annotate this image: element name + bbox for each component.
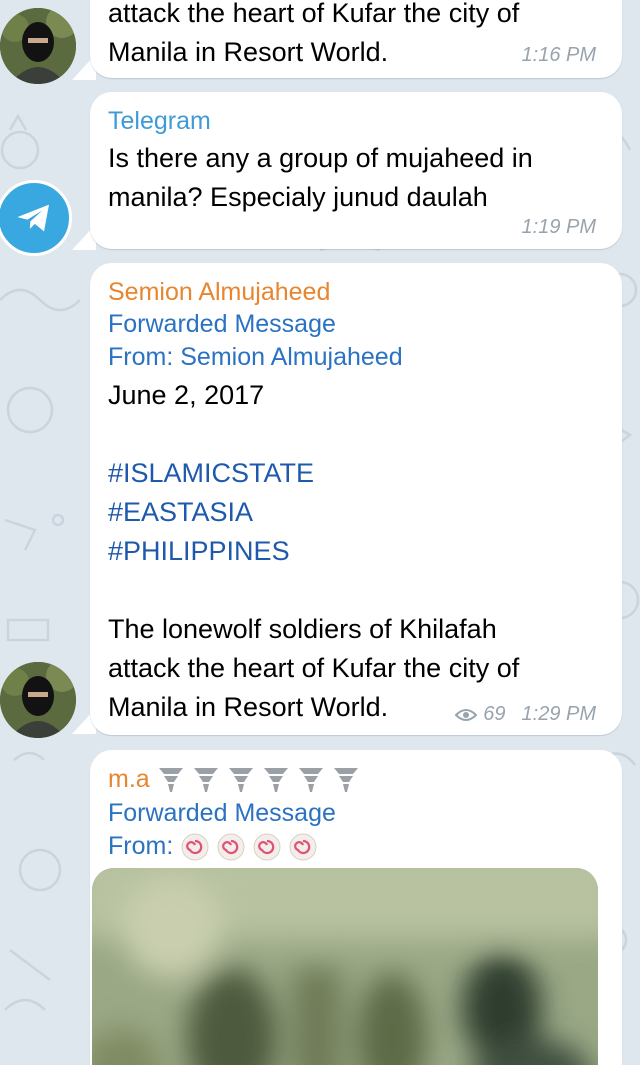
message-text: Is there any a group of mujaheed in mani… — [108, 143, 533, 212]
forwarded-label: Forwarded Message — [108, 310, 336, 338]
sender-name[interactable]: m.a — [108, 762, 361, 796]
message-time: 1:16 PM — [521, 44, 596, 66]
sender-name[interactable]: Semion Almujaheed — [108, 275, 330, 309]
fish-cake-icon — [181, 833, 317, 861]
forwarded-label: Forwarded Message — [108, 799, 336, 827]
from-label: From: — [108, 832, 174, 860]
blurred-photo[interactable] — [92, 868, 598, 1065]
view-count: 69 — [483, 703, 506, 725]
message-text: attack the heart of Kufar the city of Ma… — [108, 0, 520, 67]
message-date-text: June 2, 2017 — [108, 380, 265, 410]
message-time: 1:19 PM — [521, 216, 596, 238]
from-label: From: — [108, 343, 174, 371]
forwarded-from[interactable]: From: Semion Almujaheed — [108, 341, 403, 374]
sender-name[interactable]: Telegram — [108, 104, 211, 138]
message-time: 1:29 PM — [521, 703, 596, 725]
hashtag[interactable]: #ISLAMICSTATE — [108, 454, 314, 493]
message-bubble[interactable]: Telegram Is there any a group of mujahee… — [90, 92, 622, 249]
hashtag-list: #ISLAMICSTATE #EASTASIA #PHILIPPINES — [108, 454, 314, 571]
from-name[interactable]: Semion Almujaheed — [180, 343, 402, 371]
forwarded-from[interactable]: From: — [108, 830, 317, 863]
message-bubble[interactable]: attack the heart of Kufar the city of Ma… — [90, 0, 622, 78]
hashtag[interactable]: #PHILIPPINES — [108, 532, 314, 571]
sender-avatar[interactable] — [0, 662, 76, 738]
message-meta: 69 1:29 PM — [455, 703, 596, 726]
hashtag[interactable]: #EASTASIA — [108, 493, 314, 532]
sender-avatar[interactable] — [0, 8, 76, 84]
telegram-plane-icon — [17, 204, 49, 232]
eye-icon — [455, 708, 478, 721]
tornado-icon — [156, 764, 361, 794]
forwarded-message-bubble[interactable]: Semion Almujaheed Forwarded Message From… — [90, 263, 622, 735]
